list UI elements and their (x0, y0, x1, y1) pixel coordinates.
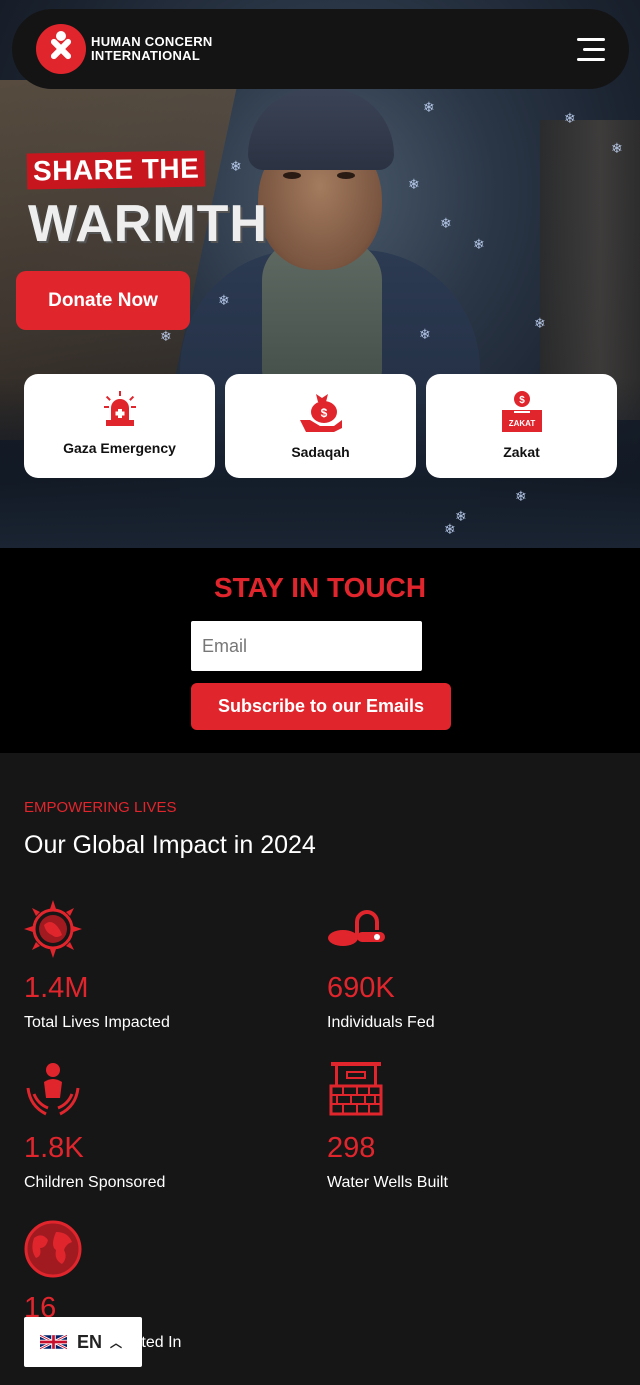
snowflake-icon: ❄ (440, 215, 452, 231)
stat-caption: Total Lives Impacted (24, 1014, 170, 1031)
card-sadaqah[interactable]: $ Sadaqah (225, 374, 416, 478)
hero-headline-main: WARMTH (28, 195, 268, 253)
sun-globe-icon (24, 900, 82, 958)
siren-icon (103, 391, 136, 426)
snowflake-icon: ❄ (218, 292, 230, 308)
snowflake-icon: ❄ (419, 326, 431, 342)
stat-individuals-fed: 690K Individuals Fed (327, 900, 617, 1032)
stat-value: 1.4M (24, 972, 89, 1004)
stat-value: 690K (327, 972, 395, 1004)
snowflake-icon: ❄ (515, 488, 527, 504)
snowflake-icon: ❄ (455, 508, 467, 524)
subscribe-button[interactable]: Subscribe to our Emails (191, 683, 451, 730)
card-zakat[interactable]: $ ZAKAT Zakat (426, 374, 617, 478)
charity-bag-icon: $ (299, 394, 342, 432)
hero-headline-top: SHARE THE (26, 150, 206, 190)
snowflake-icon: ❄ (611, 140, 623, 156)
snowflake-icon: ❄ (444, 521, 456, 537)
impact-section: EMPOWERING LIVES Our Global Impact in 20… (0, 753, 640, 1385)
language-switcher[interactable]: EN ︿ (24, 1317, 142, 1367)
food-icon (328, 910, 385, 946)
brand-line-1: HUMAN CONCERN (91, 34, 213, 49)
brand-name[interactable]: HUMAN CONCERN INTERNATIONAL (91, 35, 213, 63)
svg-text:$: $ (320, 406, 327, 420)
quick-donate-cards: Gaza Emergency $ Sadaqah $ ZAKAT Zakat (24, 374, 618, 478)
newsletter-section: STAY IN TOUCH Subscribe to our Emails (0, 548, 640, 753)
stat-caption: Water Wells Built (327, 1174, 448, 1191)
uk-flag-icon (40, 1334, 67, 1350)
snowflake-icon: ❄ (408, 176, 420, 192)
logo-icon[interactable] (36, 24, 86, 74)
card-label: Zakat (503, 444, 540, 460)
brand-line-2: INTERNATIONAL (91, 48, 201, 63)
card-label: Sadaqah (291, 444, 350, 460)
svg-text:$: $ (519, 395, 525, 406)
stat-children-sponsored: 1.8K Children Sponsored (24, 1060, 314, 1192)
snowflake-icon: ❄ (230, 158, 242, 174)
zakat-icon-text: ZAKAT (508, 419, 535, 428)
stat-caption: Children Sponsored (24, 1174, 166, 1191)
zakat-box-icon: $ ZAKAT (501, 391, 542, 432)
hero-child-eye (283, 172, 301, 179)
impact-kicker: EMPOWERING LIVES (24, 799, 177, 816)
hero-child-eye (337, 172, 355, 179)
stat-lives-impacted: 1.4M Total Lives Impacted (24, 900, 314, 1032)
stat-caption: Individuals Fed (327, 1014, 435, 1031)
impact-title: Our Global Impact in 2024 (24, 831, 316, 859)
stat-water-wells: 298 Water Wells Built (327, 1060, 617, 1192)
snowflake-icon: ❄ (534, 315, 546, 331)
language-code: EN (77, 1331, 103, 1352)
hamburger-menu-icon[interactable] (575, 36, 605, 62)
snowflake-icon: ❄ (473, 236, 485, 252)
water-well-icon (329, 1062, 383, 1116)
donate-now-button[interactable]: Donate Now (16, 271, 190, 330)
stat-value: 1.8K (24, 1132, 84, 1164)
chevron-up-icon: ︿ (110, 1335, 123, 1350)
card-gaza-emergency[interactable]: Gaza Emergency (24, 374, 215, 478)
newsletter-title: STAY IN TOUCH (213, 572, 427, 603)
card-label: Gaza Emergency (63, 440, 176, 456)
world-icon (24, 1220, 82, 1278)
snowflake-icon: ❄ (423, 99, 435, 115)
top-navbar: HUMAN CONCERN INTERNATIONAL (12, 9, 629, 89)
snowflake-icon: ❄ (564, 110, 576, 126)
hero-child-hat (248, 88, 394, 170)
child-in-hands-icon (26, 1063, 80, 1116)
stat-value: 298 (327, 1132, 376, 1164)
email-input[interactable] (191, 621, 422, 671)
snowflake-icon: ❄ (160, 328, 172, 344)
